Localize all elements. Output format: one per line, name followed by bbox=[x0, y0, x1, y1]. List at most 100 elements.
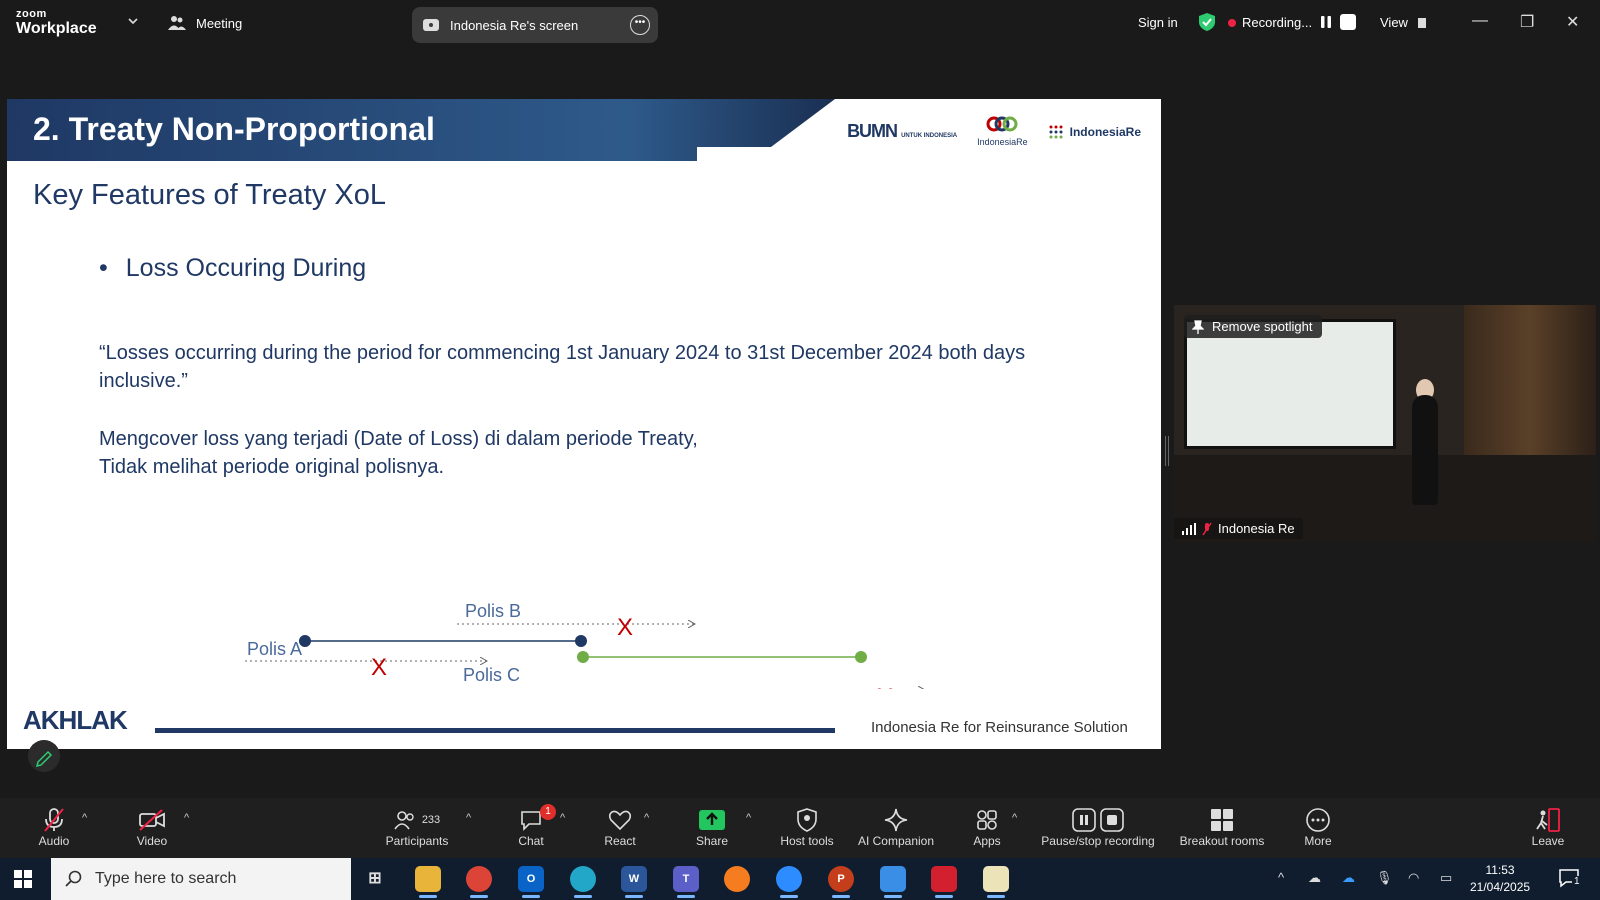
chat-button[interactable]: 1 Chat bbox=[512, 804, 556, 848]
encryption-shield-icon[interactable] bbox=[1198, 12, 1216, 32]
pause-stop-recording-button[interactable]: Pause/stop recording bbox=[1036, 806, 1160, 848]
share-button[interactable]: Share bbox=[692, 806, 732, 848]
participant-name: Indonesia Re bbox=[1218, 521, 1295, 536]
participants-caret-icon[interactable]: ^ bbox=[466, 812, 471, 824]
breakout-rooms-button[interactable]: Breakout rooms bbox=[1172, 806, 1272, 848]
panel-resize-handle[interactable] bbox=[1165, 436, 1169, 466]
canva-icon[interactable] bbox=[570, 866, 596, 898]
task-view-icon[interactable]: ⊞ bbox=[362, 866, 388, 892]
breakout-rooms-label: Breakout rooms bbox=[1179, 834, 1265, 848]
word-icon[interactable]: W bbox=[621, 866, 647, 898]
file-explorer-icon[interactable] bbox=[415, 866, 441, 898]
period-1-end-dot bbox=[575, 635, 587, 647]
host-tools-button[interactable]: Host tools bbox=[776, 806, 838, 848]
sign-in-link[interactable]: Sign in bbox=[1138, 15, 1178, 30]
app-folder-icon[interactable] bbox=[983, 866, 1009, 898]
chevron-down-icon[interactable] bbox=[126, 14, 140, 28]
apps-caret-icon[interactable]: ^ bbox=[1012, 812, 1017, 824]
remove-spotlight-button[interactable]: Remove spotlight bbox=[1184, 315, 1323, 338]
logo-zoom-text: zoom bbox=[16, 8, 47, 20]
period-2-start-dot bbox=[577, 651, 589, 663]
spotlight-video-tile[interactable]: Remove spotlight Indonesia Re bbox=[1174, 305, 1596, 542]
clock-date: 21/04/2025 bbox=[1470, 880, 1531, 894]
pause-stop-recording-label: Pause/stop recording bbox=[1041, 834, 1155, 848]
breakout-rooms-icon bbox=[1211, 809, 1233, 831]
more-button[interactable]: More bbox=[1298, 806, 1338, 848]
zoom-icon[interactable] bbox=[776, 866, 802, 898]
chat-caret-icon[interactable]: ^ bbox=[560, 812, 565, 824]
meeting-menu[interactable]: Meeting bbox=[168, 15, 242, 31]
share-caret-icon[interactable]: ^ bbox=[746, 812, 751, 824]
participant-name-tag: Indonesia Re bbox=[1174, 518, 1303, 539]
ellipsis-icon[interactable]: ••• bbox=[630, 15, 650, 35]
share-screen-icon bbox=[699, 810, 725, 830]
outlook-icon[interactable]: O bbox=[518, 866, 544, 898]
polis-c-loss-marker-2: X bbox=[877, 684, 893, 689]
video-projection-screen bbox=[1184, 319, 1396, 449]
treaty-period-timeline bbox=[299, 635, 867, 663]
audio-options-caret-icon[interactable]: ^ bbox=[82, 812, 87, 824]
close-icon[interactable]: ✕ bbox=[1566, 12, 1579, 32]
video-presenter bbox=[1412, 395, 1438, 505]
slide-subtitle: Key Features of Treaty XoL bbox=[33, 179, 387, 211]
pin-icon bbox=[1192, 319, 1204, 334]
indonesiare-rings-icon bbox=[986, 116, 1018, 132]
display-icon[interactable]: ▭ bbox=[1440, 870, 1452, 886]
system-clock[interactable]: 11:53 21/04/2025 bbox=[1470, 862, 1530, 896]
polis-c-loss-marker-1: X bbox=[521, 686, 537, 689]
people-icon bbox=[168, 16, 186, 30]
apps-icon bbox=[977, 810, 997, 830]
explanation-line-2: Tidak melihat periode original polisnya. bbox=[99, 456, 444, 478]
indonesiare-institute-logo: IndonesiaRe bbox=[1048, 124, 1141, 140]
react-caret-icon[interactable]: ^ bbox=[644, 812, 649, 824]
muted-mic-icon bbox=[44, 808, 64, 832]
video-button[interactable]: Video bbox=[130, 806, 174, 848]
bumn-logo-small: UNTUK INDONESIA bbox=[901, 133, 958, 139]
onedrive-cloud-icon[interactable]: ☁ bbox=[1308, 870, 1321, 886]
recording-dot-icon bbox=[1228, 18, 1236, 27]
react-button[interactable]: React bbox=[600, 806, 640, 848]
apps-label: Apps bbox=[973, 834, 1001, 848]
firefox-icon[interactable] bbox=[724, 866, 750, 892]
recording-label: Recording... bbox=[1242, 15, 1313, 30]
apps-button[interactable]: Apps bbox=[968, 806, 1006, 848]
notification-center-button[interactable]: 1 bbox=[1558, 868, 1582, 890]
view-menu[interactable]: View bbox=[1380, 15, 1426, 30]
minimize-icon[interactable]: — bbox=[1472, 12, 1488, 30]
ai-companion-button[interactable]: AI Companion bbox=[854, 806, 938, 848]
chat-label: Chat bbox=[518, 834, 544, 848]
footer-tagline: Indonesia Re for Reinsurance Solution bbox=[871, 719, 1128, 736]
bumn-logo-text: BUMN bbox=[847, 121, 898, 141]
view-layout-icon bbox=[1417, 18, 1426, 28]
taskbar-search-input[interactable]: Type here to search bbox=[51, 858, 351, 900]
network-icon[interactable]: ◠ bbox=[1408, 870, 1419, 886]
teams-icon[interactable]: T bbox=[673, 866, 699, 898]
sparkle-icon bbox=[884, 808, 908, 832]
microphone-icon[interactable]: 🎙 bbox=[1376, 870, 1393, 886]
show-hidden-icons-icon[interactable]: ^ bbox=[1278, 870, 1284, 885]
react-label: React bbox=[604, 834, 636, 848]
chrome-icon[interactable] bbox=[466, 866, 492, 898]
restore-icon[interactable]: ❐ bbox=[1520, 12, 1534, 32]
period-1-start-dot bbox=[299, 635, 311, 647]
video-options-caret-icon[interactable]: ^ bbox=[184, 812, 189, 824]
participants-button[interactable]: 233 Participants bbox=[380, 806, 454, 848]
screen-share-pill[interactable]: Indonesia Re's screen ••• bbox=[412, 7, 658, 43]
security-app-icon[interactable] bbox=[931, 866, 957, 898]
slide-title: 2. Treaty Non-Proportional bbox=[33, 111, 435, 147]
onedrive-business-icon[interactable]: ☁ bbox=[1342, 870, 1355, 886]
pause-recording-icon[interactable] bbox=[1318, 14, 1334, 30]
recording-indicator: Recording... bbox=[1228, 15, 1312, 30]
powerpoint-icon[interactable]: P bbox=[828, 866, 854, 898]
stop-recording-icon[interactable] bbox=[1340, 14, 1356, 30]
leave-button[interactable]: Leave bbox=[1528, 806, 1568, 848]
windows-taskbar: Type here to search ⊞ O W T P ^ ☁ ☁ 🎙 ◠ … bbox=[0, 858, 1600, 900]
windows-start-icon[interactable] bbox=[14, 870, 32, 888]
participants-count: 233 bbox=[421, 814, 441, 826]
remove-spotlight-label: Remove spotlight bbox=[1212, 319, 1313, 334]
zoom-workplace-logo: zoom Workplace bbox=[16, 9, 97, 37]
audio-button[interactable]: Audio bbox=[34, 806, 74, 848]
stop-icon bbox=[1100, 808, 1124, 832]
annotate-pen-button[interactable] bbox=[28, 740, 60, 772]
photos-icon[interactable] bbox=[880, 866, 906, 898]
